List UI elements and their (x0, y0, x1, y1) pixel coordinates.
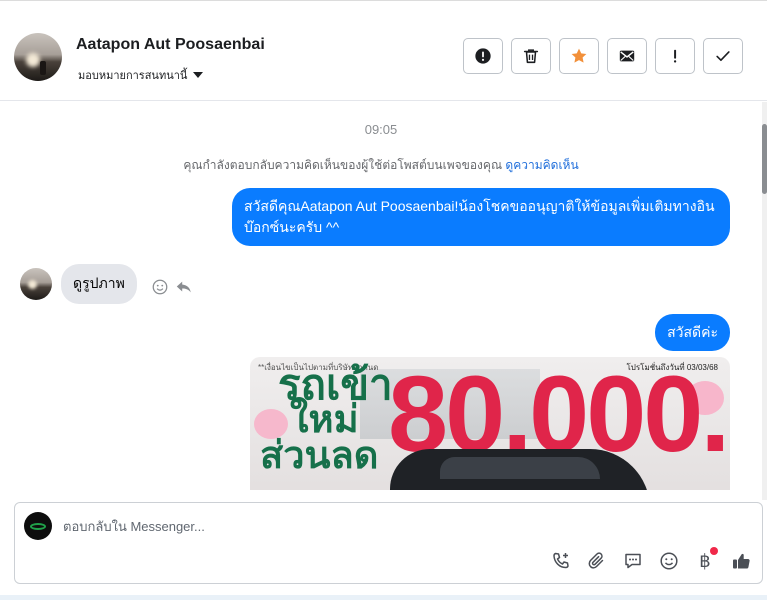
message-hover-actions (151, 278, 193, 296)
assign-conversation-dropdown[interactable]: มอบหมายการสนทนานี้ (78, 66, 204, 84)
inbox-conversation-panel: Aatapon Aut Poosaenbai มอบหมายการสนทนานี… (0, 0, 767, 600)
paperclip-icon[interactable] (586, 550, 608, 572)
promo-line3: ส่วนลด (260, 435, 379, 477)
composer-tools: ฿ (550, 547, 752, 572)
envelope-icon (619, 50, 635, 62)
mark-unread-button[interactable] (607, 38, 647, 74)
reply-composer: ฿ (14, 502, 763, 584)
comment-reply-notice: คุณกำลังตอบกลับความคิดเห็นของผู้ใช้ต่อโพ… (0, 156, 762, 175)
conversation-header: Aatapon Aut Poosaenbai มอบหมายการสนทนานี… (0, 11, 767, 101)
follow-up-button[interactable] (655, 38, 695, 74)
like-icon[interactable] (730, 550, 752, 572)
star-button[interactable] (559, 38, 599, 74)
message-thread[interactable]: 09:05 คุณกำลังตอบกลับความคิดเห็นของผู้ใช… (0, 102, 762, 490)
view-comment-link[interactable]: ดูความคิดเห็น (505, 158, 578, 172)
star-icon (571, 48, 587, 63)
incoming-message[interactable]: ดูรูปภาพ (61, 264, 137, 304)
outgoing-message[interactable]: สวัสดีค่ะ (655, 314, 730, 351)
exclamation-icon (673, 49, 677, 63)
notification-dot (710, 547, 718, 555)
alert-circle-icon (475, 48, 491, 64)
contact-avatar[interactable] (14, 33, 62, 81)
outgoing-message[interactable]: สวัสดีคุณAatapon Aut Poosaenbai!น้องโชคข… (232, 188, 730, 246)
notice-text: คุณกำลังตอบกลับความคิดเห็นของผู้ใช้ต่อโพ… (183, 158, 503, 172)
reply-input[interactable] (63, 516, 663, 536)
spam-button[interactable] (463, 38, 503, 74)
scrollbar-thumb[interactable] (762, 124, 767, 194)
bottom-strip (0, 595, 767, 600)
done-button[interactable] (703, 38, 743, 74)
header-actions (463, 38, 743, 74)
assign-label: มอบหมายการสนทนานี้ (78, 70, 188, 82)
message-timestamp: 09:05 (364, 122, 398, 137)
saved-reply-icon[interactable] (622, 550, 644, 572)
trash-icon (523, 49, 539, 64)
baht-symbol: ฿ (699, 550, 711, 572)
emoji-icon[interactable] (658, 550, 680, 572)
thread-scrollbar[interactable] (762, 102, 767, 500)
promo-line2: ใหม่ (290, 399, 359, 441)
caret-down-icon (193, 72, 204, 78)
sender-avatar[interactable] (20, 268, 52, 300)
delete-button[interactable] (511, 38, 551, 74)
check-icon (716, 51, 730, 62)
contact-name[interactable]: Aatapon Aut Poosaenbai (76, 36, 265, 54)
baht-icon[interactable]: ฿ (694, 547, 718, 572)
page-avatar (24, 512, 52, 540)
promo-image-attachment[interactable]: **เงื่อนไขเป็นไปตามที่บริษัทกำหนด โปรโมช… (250, 357, 730, 490)
call-add-icon[interactable] (550, 550, 572, 572)
react-icon[interactable] (151, 278, 169, 296)
reply-icon[interactable] (175, 278, 193, 296)
car-window-image (440, 457, 600, 479)
